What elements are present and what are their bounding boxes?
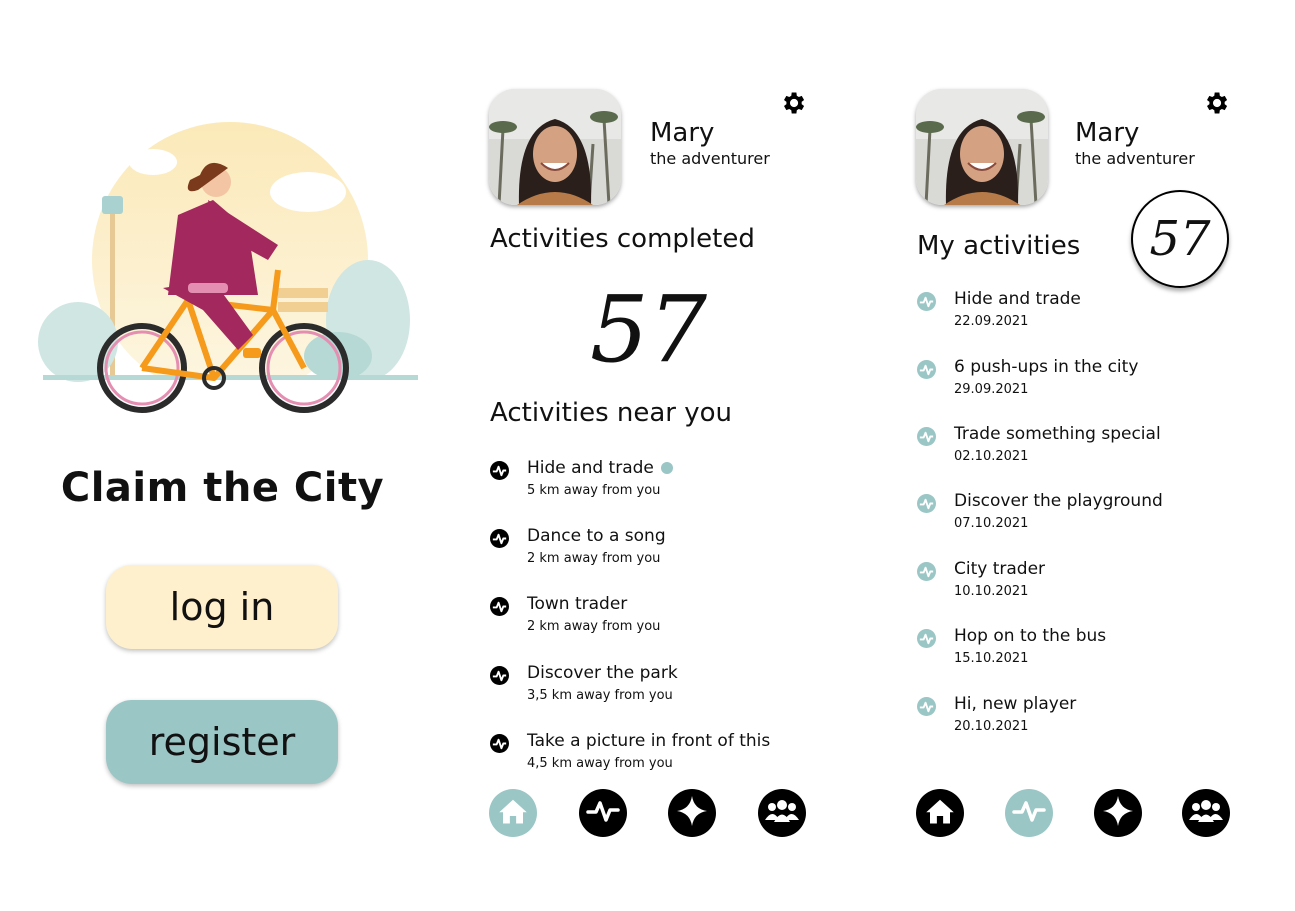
profile-avatar[interactable] bbox=[489, 89, 621, 205]
nav-home-button[interactable] bbox=[489, 789, 537, 837]
activity-date: 07.10.2021 bbox=[954, 516, 1029, 531]
activity-date: 29.09.2021 bbox=[954, 382, 1029, 397]
activity-pulse-icon bbox=[586, 798, 620, 828]
plus-sparkle-icon bbox=[1101, 794, 1135, 832]
group-icon bbox=[764, 798, 800, 828]
activity-name: Take a picture in front of this bbox=[527, 731, 771, 751]
settings-gear-icon[interactable] bbox=[1202, 89, 1230, 117]
activity-distance: 2 km away from you bbox=[527, 551, 661, 566]
activity-name: Town trader bbox=[527, 594, 628, 614]
profile-title: the adventurer bbox=[1075, 149, 1195, 168]
completed-count: 57 bbox=[590, 276, 708, 383]
settings-gear-icon[interactable] bbox=[779, 89, 807, 117]
home-icon bbox=[925, 797, 955, 829]
hero-illustration bbox=[38, 120, 418, 420]
my-activities-heading: My activities bbox=[917, 231, 1081, 261]
activity-name: Discover the park bbox=[527, 663, 678, 683]
activity-pulse-icon bbox=[917, 494, 936, 513]
nearby-heading: Activities near you bbox=[490, 398, 733, 428]
activity-name: Hide and trade bbox=[954, 289, 1081, 309]
new-indicator-dot bbox=[660, 462, 673, 474]
profile-avatar[interactable] bbox=[916, 89, 1048, 205]
activity-date: 10.10.2021 bbox=[954, 584, 1029, 599]
nav-community-button[interactable] bbox=[758, 789, 806, 837]
home-icon bbox=[498, 797, 528, 829]
nav-activities-button[interactable] bbox=[579, 789, 627, 837]
profile-name: Mary bbox=[1075, 118, 1140, 148]
app-title: Claim the City bbox=[60, 465, 385, 511]
activity-distance: 2 km away from you bbox=[527, 619, 661, 634]
activity-distance: 5 km away from you bbox=[527, 483, 661, 498]
activity-name: City trader bbox=[954, 559, 1046, 579]
activity-pulse-icon bbox=[917, 292, 936, 311]
nav-activities-button[interactable] bbox=[1005, 789, 1053, 837]
activities-count-badge: 57 bbox=[1131, 190, 1229, 288]
activity-pulse-icon bbox=[1012, 798, 1046, 828]
activity-name: Dance to a song bbox=[527, 526, 666, 546]
activity-name: Hop on to the bus bbox=[954, 626, 1107, 646]
activity-pulse-icon bbox=[917, 427, 936, 446]
activity-pulse-icon bbox=[917, 360, 936, 379]
nav-add-button[interactable] bbox=[668, 789, 716, 837]
activity-pulse-icon bbox=[490, 461, 509, 480]
register-button[interactable]: register bbox=[106, 700, 338, 784]
activity-pulse-icon bbox=[490, 529, 509, 548]
group-icon bbox=[1188, 798, 1224, 828]
nav-add-button[interactable] bbox=[1094, 789, 1142, 837]
activity-name: 6 push-ups in the city bbox=[954, 357, 1139, 377]
activity-pulse-icon bbox=[917, 562, 936, 581]
activity-date: 22.09.2021 bbox=[954, 314, 1029, 329]
activity-date: 20.10.2021 bbox=[954, 719, 1029, 734]
activity-pulse-icon bbox=[917, 629, 936, 648]
activity-name: Trade something special bbox=[954, 424, 1161, 444]
activity-pulse-icon bbox=[490, 666, 509, 685]
nav-home-button[interactable] bbox=[916, 789, 964, 837]
activity-distance: 3,5 km away from you bbox=[527, 688, 673, 703]
profile-title: the adventurer bbox=[650, 149, 770, 168]
profile-name: Mary bbox=[650, 118, 715, 148]
activity-pulse-icon bbox=[917, 697, 936, 716]
activity-pulse-icon bbox=[490, 734, 509, 753]
activity-name: Hi, new player bbox=[954, 694, 1077, 714]
nav-community-button[interactable] bbox=[1182, 789, 1230, 837]
activity-date: 15.10.2021 bbox=[954, 651, 1029, 666]
activity-date: 02.10.2021 bbox=[954, 449, 1029, 464]
plus-sparkle-icon bbox=[675, 794, 709, 832]
activity-name: Discover the playground bbox=[954, 491, 1163, 511]
activity-name: Hide and trade bbox=[527, 458, 654, 478]
activity-pulse-icon bbox=[490, 597, 509, 616]
completed-heading: Activities completed bbox=[490, 224, 755, 254]
activity-distance: 4,5 km away from you bbox=[527, 756, 673, 771]
login-button[interactable]: log in bbox=[106, 565, 338, 649]
